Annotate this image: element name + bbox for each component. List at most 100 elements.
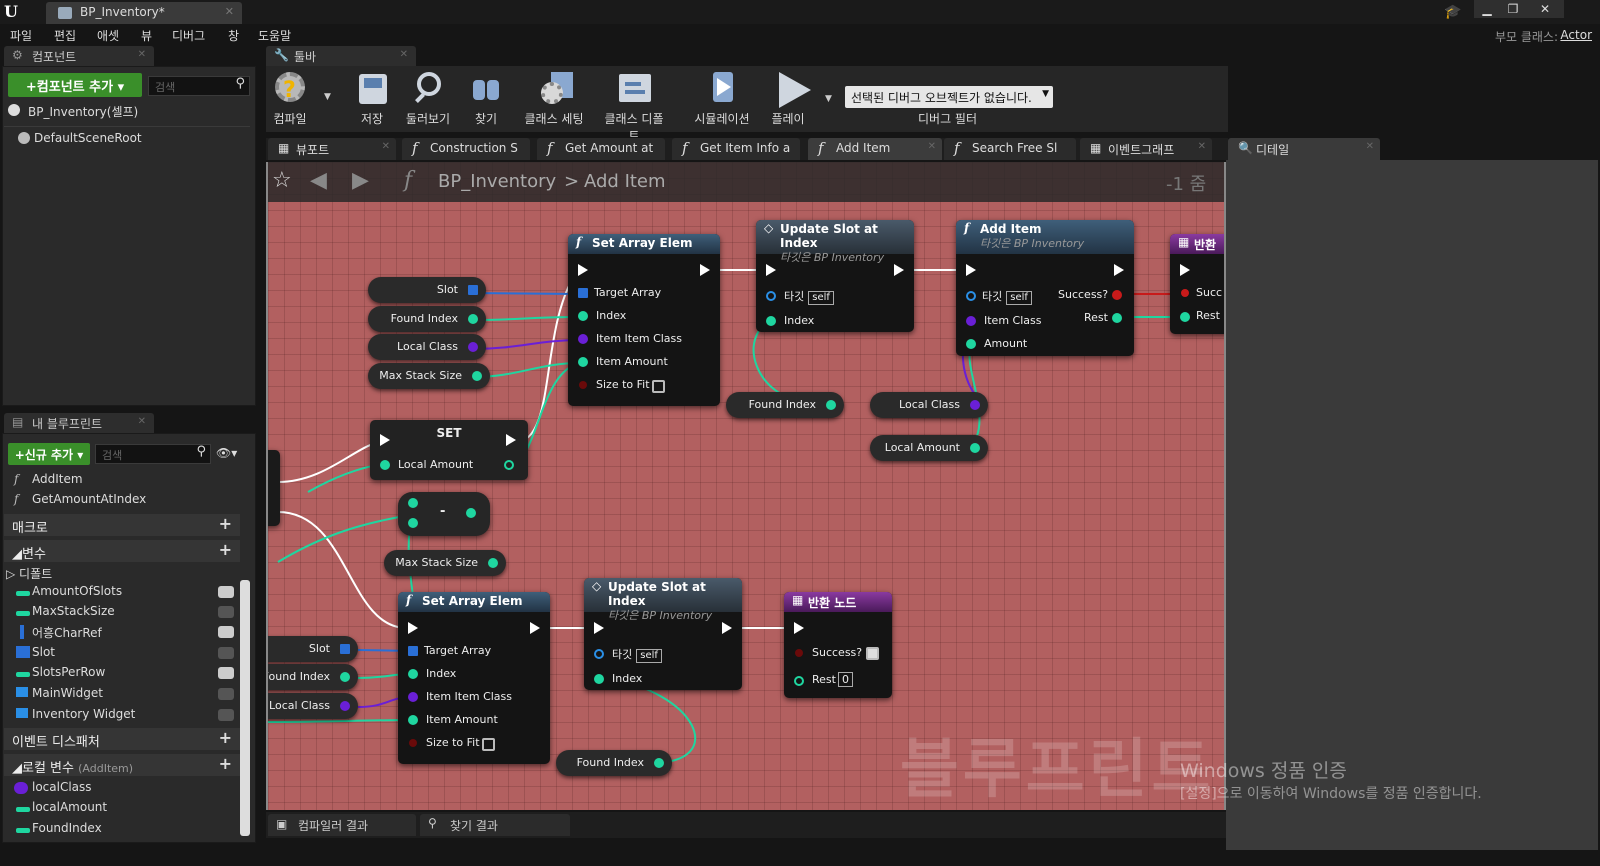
add-local-variable-button[interactable]: + — [219, 754, 232, 773]
exec-out-pin[interactable] — [894, 264, 904, 276]
tab-event-graph[interactable]: ▦ 이벤트그래프 ✕ — [1080, 138, 1212, 160]
found-index-getter-node[interactable]: Found Index — [268, 664, 358, 690]
visibility-eye-icon[interactable] — [218, 626, 234, 638]
back-arrow-icon[interactable]: ◀ — [310, 168, 327, 193]
graph-canvas[interactable]: ☆ ◀ ▶ f BP_Inventory > Add Item -1 줌 f Se… — [266, 162, 1226, 810]
parent-class-link[interactable]: Actor — [1560, 28, 1592, 42]
var-charref[interactable]: 어흥CharRef — [32, 624, 102, 641]
component-root[interactable]: BP_Inventory(셀프) — [28, 103, 138, 120]
target-pin[interactable] — [594, 649, 604, 659]
event-dispatchers-section[interactable]: 이벤트 디스패처 + — [4, 728, 240, 750]
local-class-out-pin[interactable] — [970, 400, 980, 410]
default-category[interactable]: ▷ 디폴트 — [6, 565, 52, 582]
save-button[interactable]: 저장 — [340, 70, 404, 127]
slot-getter-node[interactable]: Slot — [268, 636, 358, 662]
found-index-out-pin[interactable] — [654, 758, 664, 768]
var-maxstacksize[interactable]: MaxStackSize — [32, 604, 115, 618]
item-amount-pin[interactable] — [578, 357, 588, 367]
play-button[interactable]: 플레이 — [756, 70, 820, 127]
local-var-localclass[interactable]: localClass — [32, 780, 92, 794]
favorite-star-icon[interactable]: ☆ — [272, 168, 292, 193]
menu-view[interactable]: 뷰 — [141, 27, 152, 44]
close-button[interactable]: ✕ — [1526, 0, 1564, 18]
visibility-eye-icon[interactable] — [218, 688, 234, 700]
local-class-getter-node[interactable]: Local Class — [368, 334, 486, 360]
tab-search-free-slot[interactable]: f Search Free Sl — [944, 138, 1076, 160]
panel-scrollbar[interactable] — [240, 580, 250, 836]
set-array-elem-node[interactable]: f Set Array Elem Target Array Index Item … — [398, 592, 550, 764]
size-to-fit-checkbox[interactable] — [482, 738, 495, 751]
local-class-getter-node[interactable]: Local Class — [870, 392, 988, 418]
add-variable-button[interactable]: + — [219, 540, 232, 559]
menu-window[interactable]: 창 — [228, 27, 239, 44]
close-tab-icon[interactable]: ✕ — [382, 141, 390, 152]
found-index-getter-node[interactable]: Found Index — [726, 392, 844, 418]
rest-pin[interactable] — [794, 676, 804, 686]
var-mainwidget[interactable]: MainWidget — [32, 686, 103, 700]
item-class-pin[interactable] — [966, 316, 976, 326]
max-stack-out-pin[interactable] — [472, 371, 482, 381]
item-amount-pin[interactable] — [408, 715, 418, 725]
exec-in-pin[interactable] — [766, 264, 776, 276]
menu-edit[interactable]: 편집 — [54, 27, 76, 44]
local-var-localamount[interactable]: localAmount — [32, 800, 107, 814]
menu-help[interactable]: 도움말 — [258, 27, 291, 44]
exec-out-pin[interactable] — [506, 434, 516, 446]
tab-construction-script[interactable]: f Construction S — [402, 138, 530, 160]
local-variables-section[interactable]: ◢로컬 변수 (AddItem) + — [4, 754, 240, 776]
b-in-pin[interactable] — [408, 518, 418, 528]
document-tab[interactable]: BP_Inventory* ✕ — [46, 2, 242, 24]
tab-get-amount-at[interactable]: f Get Amount at — [537, 138, 665, 160]
offscreen-node[interactable] — [268, 450, 280, 526]
local-amount-in-pin[interactable] — [380, 460, 390, 470]
menu-file[interactable]: 파일 — [10, 27, 32, 44]
max-stack-getter-node[interactable]: Max Stack Size — [384, 550, 506, 576]
close-tab-icon[interactable]: ✕ — [225, 5, 234, 18]
exec-in-pin[interactable] — [380, 434, 390, 446]
tab-add-item[interactable]: f Add Item ✕ — [808, 138, 942, 160]
component-search-input[interactable]: 검색 ⚲ — [148, 76, 250, 96]
subtract-node[interactable]: - — [398, 492, 490, 536]
variables-section[interactable]: ◢변수 + — [4, 540, 240, 562]
close-tab-icon[interactable]: ✕ — [1366, 141, 1374, 152]
debug-object-select[interactable]: 선택된 디버그 오브젝트가 없습니다. ▼ — [845, 86, 1053, 108]
set-array-elem-node[interactable]: f Set Array Elem Target Array Index Item … — [568, 234, 720, 406]
add-macro-button[interactable]: + — [219, 514, 232, 533]
local-amount-out-pin[interactable] — [504, 460, 514, 470]
component-default-scene-root[interactable]: DefaultSceneRoot — [34, 131, 142, 145]
local-class-out-pin[interactable] — [468, 342, 478, 352]
menu-asset[interactable]: 애셋 — [97, 27, 119, 44]
exec-out-pin[interactable] — [530, 622, 540, 634]
size-to-fit-checkbox[interactable] — [652, 380, 665, 393]
visibility-eye-icon[interactable] — [218, 647, 234, 659]
compile-options-arrow-icon[interactable]: ▼ — [324, 92, 331, 102]
macros-section[interactable]: 매크로 + — [4, 514, 240, 536]
exec-in-pin[interactable] — [578, 264, 588, 276]
slot-getter-node[interactable]: Slot — [368, 277, 486, 303]
return-node[interactable]: ▦ 반환 노드 Success? Rest 0 — [784, 592, 892, 698]
class-defaults-button[interactable]: 클래스 디폴트 — [602, 70, 666, 144]
toolbar-tab[interactable]: 🔧 툴바 ✕ — [266, 46, 416, 66]
exec-in-pin[interactable] — [966, 264, 976, 276]
local-class-out-pin[interactable] — [340, 701, 350, 711]
found-index-getter-node[interactable]: Found Index — [556, 750, 672, 776]
result-out-pin[interactable] — [466, 508, 476, 518]
function-getamountatindex[interactable]: GetAmountAtIndex — [32, 492, 146, 506]
success-checkbox[interactable] — [866, 647, 879, 660]
play-options-arrow-icon[interactable]: ▼ — [825, 94, 832, 104]
local-amount-getter-node[interactable]: Local Amount — [870, 435, 988, 461]
var-slot[interactable]: Slot — [32, 645, 55, 659]
visibility-eye-icon[interactable] — [218, 667, 234, 679]
rest-out-pin[interactable] — [1112, 313, 1122, 323]
add-item-node[interactable]: f Add Item 타깃은 BP Inventory 타깃 self Item Cl… — [956, 220, 1134, 356]
return-node[interactable]: ▦ 반환 Succ Rest — [1170, 234, 1224, 334]
breadcrumb-root[interactable]: BP_Inventory — [438, 171, 556, 192]
blueprint-search-input[interactable]: 검색 ⚲ — [95, 444, 211, 464]
size-to-fit-pin[interactable] — [579, 381, 587, 389]
exec-in-pin[interactable] — [408, 622, 418, 634]
exec-in-pin[interactable] — [594, 622, 604, 634]
item-class-pin[interactable] — [408, 692, 418, 702]
exec-out-pin[interactable] — [722, 622, 732, 634]
forward-arrow-icon[interactable]: ▶ — [352, 168, 369, 193]
close-tab-icon[interactable]: ✕ — [1198, 141, 1206, 152]
